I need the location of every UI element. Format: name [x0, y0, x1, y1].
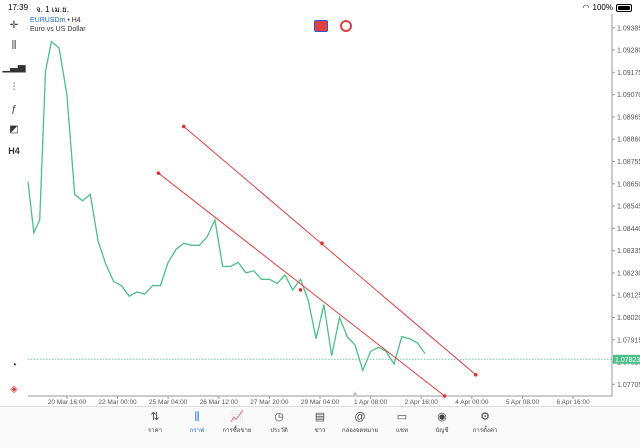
- y-tick-label: 1.08650: [617, 181, 640, 188]
- price-series-line: [27, 40, 426, 373]
- tab-history-icon: ◷: [274, 411, 284, 423]
- price-chart[interactable]: 1.09385 1.09280 1.09175 1.09070 1.08965 1.088…: [0, 0, 640, 406]
- x-tick-label: 26 Mar 12:00: [200, 399, 239, 406]
- tab-quotes-label: ราคา: [148, 428, 162, 434]
- y-tick-label: 1.09070: [617, 92, 640, 99]
- y-tick-label: 1.08860: [617, 137, 640, 144]
- y-tick-label: 1.08965: [617, 114, 640, 121]
- y-tick-label: 1.08230: [617, 270, 640, 277]
- x-tick-label: 20 Mar 16:00: [48, 399, 87, 406]
- bottom-tab-bar: ⇅ ราคา ⫼ กราฟ 📈 การซื้อขาย ◷ ประวัติ ▤ ข่าว @ กล่อง…: [0, 406, 640, 448]
- x-tick-label: 2 Apr 16:00: [405, 399, 439, 406]
- y-tick-label: 1.08020: [617, 315, 640, 322]
- trendline-2: [158, 172, 445, 397]
- tab-history[interactable]: ◷ ประวัติ: [257, 409, 301, 435]
- x-tick-label: 22 Mar 00:00: [98, 399, 137, 406]
- tab-history-label: ประวัติ: [270, 428, 288, 434]
- current-price-label: 1.07823: [615, 357, 640, 364]
- navigator-icon[interactable]: ◔: [5, 358, 23, 372]
- tab-trade-icon: 📈: [230, 411, 244, 423]
- tab-settings-icon: ⚙: [480, 411, 490, 423]
- trendline-2-handle-1: [156, 171, 161, 175]
- tab-chat[interactable]: ▭ แชท: [380, 409, 424, 435]
- tab-chart-icon: ⫼: [194, 411, 200, 423]
- tab-account-icon: ◉: [437, 411, 447, 423]
- tab-quotes-icon: ⇅: [150, 411, 160, 423]
- y-tick-label: 1.07705: [617, 382, 640, 389]
- x-tick-label: 6 Apr 16:00: [556, 399, 590, 406]
- tab-chat-label: แชท: [396, 428, 408, 434]
- tab-trade-label: การซื้อขาย: [222, 428, 252, 434]
- tab-account-label: บัญชี: [435, 428, 449, 434]
- tab-mailbox[interactable]: @ กล่องจดหมาย: [338, 409, 382, 435]
- trendline-1-handle-3: [473, 372, 478, 377]
- tab-mailbox-icon: @: [354, 411, 366, 423]
- trendline-2-handle-3: [442, 394, 447, 398]
- x-tick-label: 25 Mar 04:00: [149, 399, 188, 406]
- trendline-1: [183, 126, 477, 376]
- x-tick-label: 1 Apr 08:00: [354, 399, 388, 406]
- tab-account[interactable]: ◉ บัญชี: [420, 409, 464, 435]
- tab-mailbox-label: กล่องจดหมาย: [341, 428, 379, 434]
- tab-trade[interactable]: 📈 การซื้อขาย: [215, 409, 259, 435]
- scroll-marker-icon: [353, 391, 357, 395]
- x-tick-label: 29 Mar 04:00: [301, 399, 340, 406]
- y-tick-label: 1.08125: [617, 293, 640, 300]
- y-tick-label: 1.09175: [617, 70, 640, 77]
- tab-news[interactable]: ▤ ข่าว: [298, 409, 342, 435]
- trendline-2-handle-2: [298, 288, 303, 292]
- tab-settings[interactable]: ⚙ การตั้งค่า: [463, 409, 507, 435]
- bottom-left-tools: ◔ ◈: [0, 356, 28, 396]
- y-tick-label: 1.08755: [617, 159, 640, 166]
- tab-chart[interactable]: ⫼ กราฟ: [175, 409, 219, 435]
- tab-news-label: ข่าว: [314, 428, 326, 434]
- y-tick-label: 1.08545: [617, 204, 640, 211]
- tab-quotes[interactable]: ⇅ ราคา: [133, 409, 177, 435]
- y-tick-label: 1.09280: [617, 48, 640, 55]
- x-tick-label: 5 Apr 08:00: [506, 399, 540, 406]
- trendline-1-handle-1: [181, 124, 186, 129]
- tab-chat-icon: ▭: [396, 411, 408, 423]
- x-tick-label: 4 Apr 00:00: [455, 399, 489, 406]
- tab-settings-label: การตั้งค่า: [472, 428, 498, 434]
- tab-chart-label: กราฟ: [189, 428, 205, 434]
- y-tick-label: 1.08335: [617, 248, 640, 255]
- tab-news-icon: ▤: [314, 411, 326, 423]
- y-tick-label: 1.08440: [617, 226, 640, 233]
- exness-app-icon[interactable]: ◈: [5, 382, 23, 396]
- x-tick-label: 27 Mar 20:00: [250, 399, 289, 406]
- y-tick-label: 1.07915: [617, 337, 640, 344]
- trendline-1-handle-2: [320, 241, 324, 245]
- y-tick-label: 1.09385: [617, 25, 640, 32]
